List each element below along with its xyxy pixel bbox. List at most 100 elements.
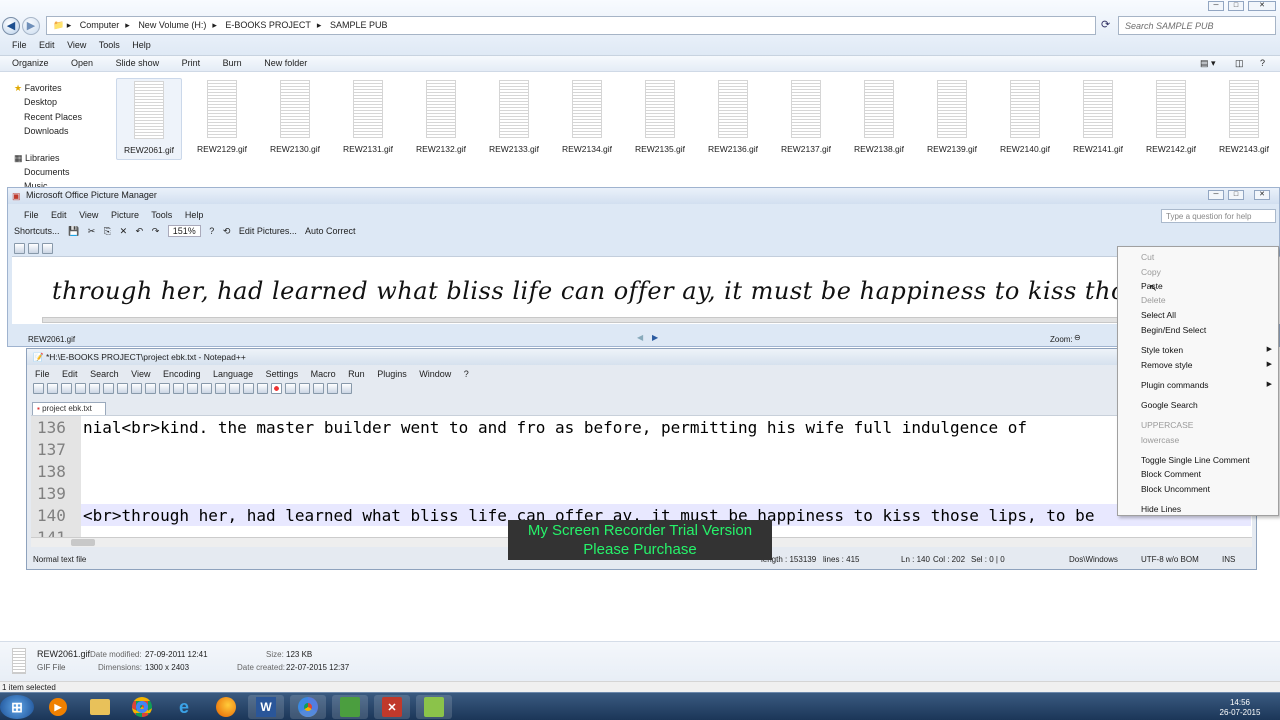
- file-item[interactable]: REW2139.gif: [919, 78, 985, 156]
- run-macro-icon[interactable]: [313, 383, 324, 394]
- filmstrip-view-icon[interactable]: [28, 243, 39, 254]
- address-bar[interactable]: 📁 ▸ Computer ▸ New Volume (H:) ▸ E-BOOKS P…: [46, 16, 1096, 35]
- redo-icon[interactable]: ↷: [152, 226, 160, 236]
- zoom-out-icon[interactable]: [229, 383, 240, 394]
- back-button[interactable]: ◀: [2, 17, 20, 35]
- new-file-icon[interactable]: [33, 383, 44, 394]
- firefox-icon[interactable]: [208, 695, 244, 719]
- file-item[interactable]: REW2135.gif: [627, 78, 693, 156]
- print-icon[interactable]: [103, 383, 114, 394]
- ctx-select-all[interactable]: Select All: [1141, 310, 1176, 320]
- pm-menu-view[interactable]: View: [79, 210, 98, 220]
- word-icon[interactable]: W: [248, 695, 284, 719]
- save-macro-icon[interactable]: [327, 383, 338, 394]
- np-menu-macro[interactable]: Macro: [311, 369, 336, 379]
- open-file-icon[interactable]: [47, 383, 58, 394]
- file-item[interactable]: REW2136.gif: [700, 78, 766, 156]
- np-menu-search[interactable]: Search: [90, 369, 119, 379]
- stop-macro-icon[interactable]: [285, 383, 296, 394]
- picture-canvas[interactable]: through her, had learned what bliss life…: [12, 256, 1280, 324]
- ctx-plugin-commands[interactable]: Plugin commands: [1141, 380, 1209, 390]
- pm-menu-edit[interactable]: Edit: [51, 210, 67, 220]
- file-item[interactable]: REW2140.gif: [992, 78, 1058, 156]
- code-line[interactable]: nial<br>kind. the master builder went to…: [83, 416, 1027, 438]
- file-item[interactable]: REW2138.gif: [846, 78, 912, 156]
- previous-picture-icon[interactable]: ◀: [637, 333, 643, 342]
- breadcrumb-computer[interactable]: Computer: [80, 20, 120, 30]
- file-item[interactable]: REW2143.gif: [1211, 78, 1277, 156]
- help-icon[interactable]: ?: [209, 226, 214, 236]
- burn-button[interactable]: Burn: [223, 58, 242, 68]
- file-item[interactable]: REW2061.gif: [116, 78, 182, 160]
- open-button[interactable]: Open: [71, 58, 93, 68]
- pm-maximize-button[interactable]: □: [1228, 190, 1244, 200]
- start-button[interactable]: ⊞: [0, 695, 34, 719]
- minimize-button[interactable]: ─: [1208, 1, 1224, 11]
- play-macro-icon[interactable]: [299, 383, 310, 394]
- new-folder-button[interactable]: New folder: [264, 58, 307, 68]
- replace-icon[interactable]: [201, 383, 212, 394]
- copy-icon[interactable]: ⎘: [104, 226, 111, 236]
- np-menu-settings[interactable]: Settings: [266, 369, 299, 379]
- breadcrumb-volume[interactable]: New Volume (H:): [138, 20, 206, 30]
- np-menu-language[interactable]: Language: [213, 369, 253, 379]
- file-item[interactable]: REW2133.gif: [481, 78, 547, 156]
- save-icon[interactable]: [61, 383, 72, 394]
- search-input[interactable]: Search SAMPLE PUB: [1118, 16, 1276, 35]
- picture-manager-taskbar-icon[interactable]: [332, 695, 368, 719]
- ctx-copy[interactable]: Copy: [1141, 267, 1161, 277]
- sidebar-libraries[interactable]: ▦ Libraries: [14, 151, 105, 165]
- media-player-icon[interactable]: ▶: [40, 695, 76, 719]
- np-menu-run[interactable]: Run: [348, 369, 365, 379]
- auto-correct-button[interactable]: Auto Correct: [305, 226, 356, 236]
- pm-minimize-button[interactable]: ─: [1208, 190, 1224, 200]
- ctx-block-comment[interactable]: Block Comment: [1141, 469, 1201, 479]
- menu-view[interactable]: View: [67, 40, 86, 50]
- redo-icon[interactable]: [173, 383, 184, 394]
- cut-icon[interactable]: ✂: [88, 226, 96, 236]
- breadcrumb-sample-pub[interactable]: SAMPLE PUB: [330, 20, 388, 30]
- chrome-window-icon[interactable]: [290, 695, 326, 719]
- np-menu-encoding[interactable]: Encoding: [163, 369, 201, 379]
- pm-menu-help[interactable]: Help: [185, 210, 204, 220]
- menu-file[interactable]: File: [12, 40, 27, 50]
- paste-icon[interactable]: [145, 383, 156, 394]
- np-menu-help[interactable]: ?: [464, 369, 469, 379]
- sidebar-favorites[interactable]: ★ Favorites: [14, 81, 105, 95]
- close-button[interactable]: ✕: [1248, 1, 1276, 11]
- save-icon[interactable]: 💾: [68, 226, 79, 236]
- preview-pane-icon[interactable]: ◫: [1235, 58, 1244, 69]
- sidebar-downloads[interactable]: Downloads: [14, 124, 105, 138]
- copy-icon[interactable]: [131, 383, 142, 394]
- undo-icon[interactable]: ↶: [136, 226, 144, 236]
- menu-edit[interactable]: Edit: [39, 40, 55, 50]
- ctx-google-search[interactable]: Google Search: [1141, 400, 1198, 410]
- chrome-icon[interactable]: [124, 695, 160, 719]
- np-menu-file[interactable]: File: [35, 369, 50, 379]
- ctx-toggle-comment[interactable]: Toggle Single Line Comment: [1141, 455, 1250, 465]
- file-item[interactable]: REW2130.gif: [262, 78, 328, 156]
- help-icon[interactable]: ?: [1260, 58, 1265, 68]
- scroll-thumb[interactable]: [71, 539, 95, 546]
- rotate-icon[interactable]: ⟲: [223, 226, 231, 236]
- file-item[interactable]: REW2142.gif: [1138, 78, 1204, 156]
- pm-menu-picture[interactable]: Picture: [111, 210, 139, 220]
- undo-icon[interactable]: [159, 383, 170, 394]
- file-explorer-icon[interactable]: [82, 695, 118, 719]
- slideshow-button[interactable]: Slide show: [116, 58, 160, 68]
- pm-menu-file[interactable]: File: [24, 210, 39, 220]
- file-item[interactable]: REW2134.gif: [554, 78, 620, 156]
- notepad-plus-plus-icon[interactable]: [416, 695, 452, 719]
- zoom-select[interactable]: 151%: [167, 225, 201, 237]
- sidebar-recent[interactable]: Recent Places: [14, 110, 105, 124]
- indent-guide-icon[interactable]: [257, 383, 268, 394]
- maximize-button[interactable]: □: [1228, 1, 1244, 11]
- file-item[interactable]: REW2132.gif: [408, 78, 474, 156]
- wrap-icon[interactable]: [243, 383, 254, 394]
- file-tab[interactable]: ▪ project ebk.txt: [32, 402, 106, 415]
- zoom-in-icon[interactable]: [215, 383, 226, 394]
- ctx-remove-style[interactable]: Remove style: [1141, 360, 1193, 370]
- system-clock[interactable]: 14:56 26-07-2015: [1212, 698, 1268, 718]
- record-macro-icon[interactable]: [271, 383, 282, 394]
- ctx-lowercase[interactable]: lowercase: [1141, 435, 1179, 445]
